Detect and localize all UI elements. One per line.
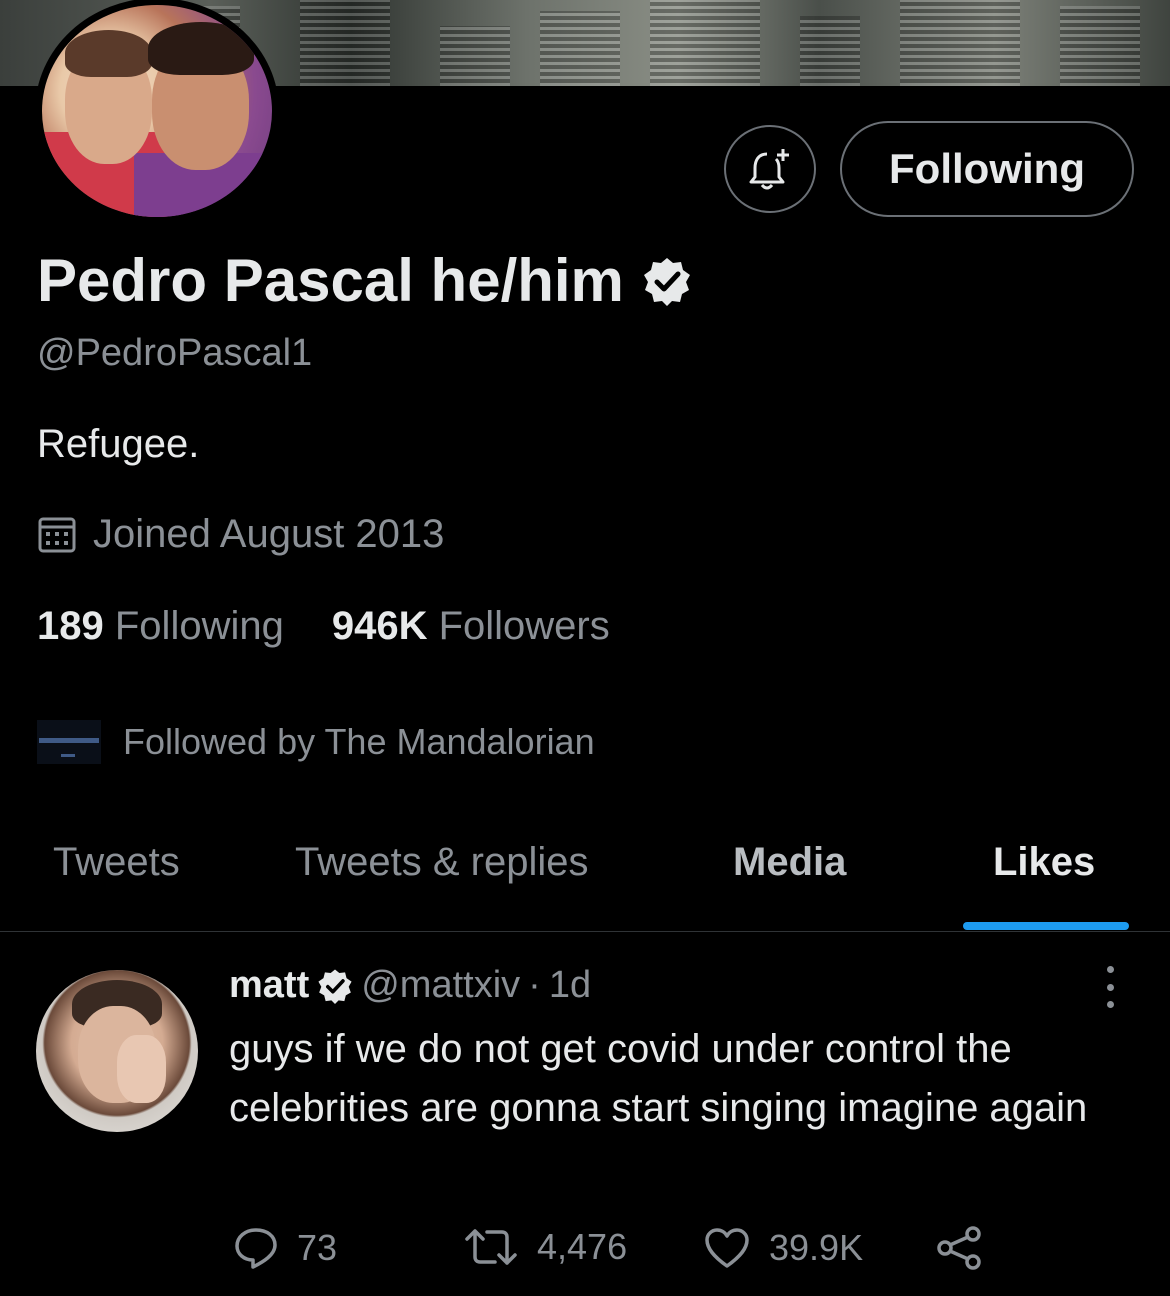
tab-tweets-replies[interactable]: Tweets & replies <box>295 840 588 885</box>
reply-button[interactable]: 73 <box>233 1226 337 1270</box>
banner-building <box>1060 6 1140 86</box>
profile-avatar[interactable] <box>35 0 279 224</box>
banner-building <box>800 16 860 86</box>
tweet-author-name[interactable]: matt <box>229 964 309 1007</box>
profile-handle: @PedroPascal1 <box>37 332 313 374</box>
tab-tweets[interactable]: Tweets <box>53 840 180 885</box>
tweet-author-avatar[interactable] <box>36 970 198 1132</box>
like-button[interactable]: 39.9K <box>703 1226 863 1270</box>
reply-count: 73 <box>297 1227 338 1268</box>
profile-name: Pedro Pascal he/him <box>37 246 692 315</box>
retweet-button[interactable]: 4,476 <box>463 1226 627 1268</box>
verified-badge-icon <box>318 968 352 1004</box>
share-button[interactable] <box>935 1226 983 1270</box>
tweet-author-handle[interactable]: @mattxiv <box>361 964 520 1007</box>
banner-building <box>900 0 1020 86</box>
share-icon <box>937 1226 981 1270</box>
heart-icon <box>705 1228 749 1268</box>
mandalorian-avatar <box>37 720 101 764</box>
more-icon[interactable] <box>1098 966 1122 1008</box>
retweet-icon <box>465 1229 517 1265</box>
tweet-time[interactable]: 1d <box>549 964 591 1007</box>
followed-by[interactable]: Followed by The Mandalorian <box>37 720 595 764</box>
followed-by-text: Followed by The Mandalorian <box>123 721 595 762</box>
following-stat[interactable]: 189 Following <box>37 604 284 649</box>
profile-name-text: Pedro Pascal he/him <box>37 247 624 314</box>
joined-text: Joined August 2013 <box>93 512 445 556</box>
banner-building <box>440 26 510 86</box>
like-count: 39.9K <box>769 1227 864 1268</box>
notifications-button[interactable] <box>724 125 816 213</box>
active-tab-indicator <box>963 922 1129 930</box>
tweet-header: matt @mattxiv · 1d <box>229 964 591 1007</box>
bell-plus-icon <box>749 149 789 190</box>
retweet-count: 4,476 <box>537 1226 628 1267</box>
tweet-separator: · <box>528 964 541 1006</box>
banner-building <box>540 11 620 86</box>
profile-tabs: Tweets Tweets & replies Media Likes <box>0 820 1170 932</box>
profile-bio: Refugee. <box>37 422 200 466</box>
verified-badge-icon <box>643 257 690 306</box>
avatar-photo <box>42 5 272 217</box>
calendar-icon <box>38 517 76 552</box>
followers-stat[interactable]: 946K Followers <box>332 604 610 649</box>
follow-stats: 189 Following 946K Followers <box>37 604 610 649</box>
reply-icon <box>235 1228 277 1269</box>
following-button[interactable]: Following <box>840 121 1134 217</box>
banner-building <box>300 0 390 86</box>
tab-media[interactable]: Media <box>733 840 846 885</box>
tweet-text: guys if we do not get covid under contro… <box>229 1027 1088 1130</box>
joined-date: Joined August 2013 <box>37 512 444 557</box>
banner-building <box>650 0 760 86</box>
tab-likes[interactable]: Likes <box>993 840 1095 885</box>
